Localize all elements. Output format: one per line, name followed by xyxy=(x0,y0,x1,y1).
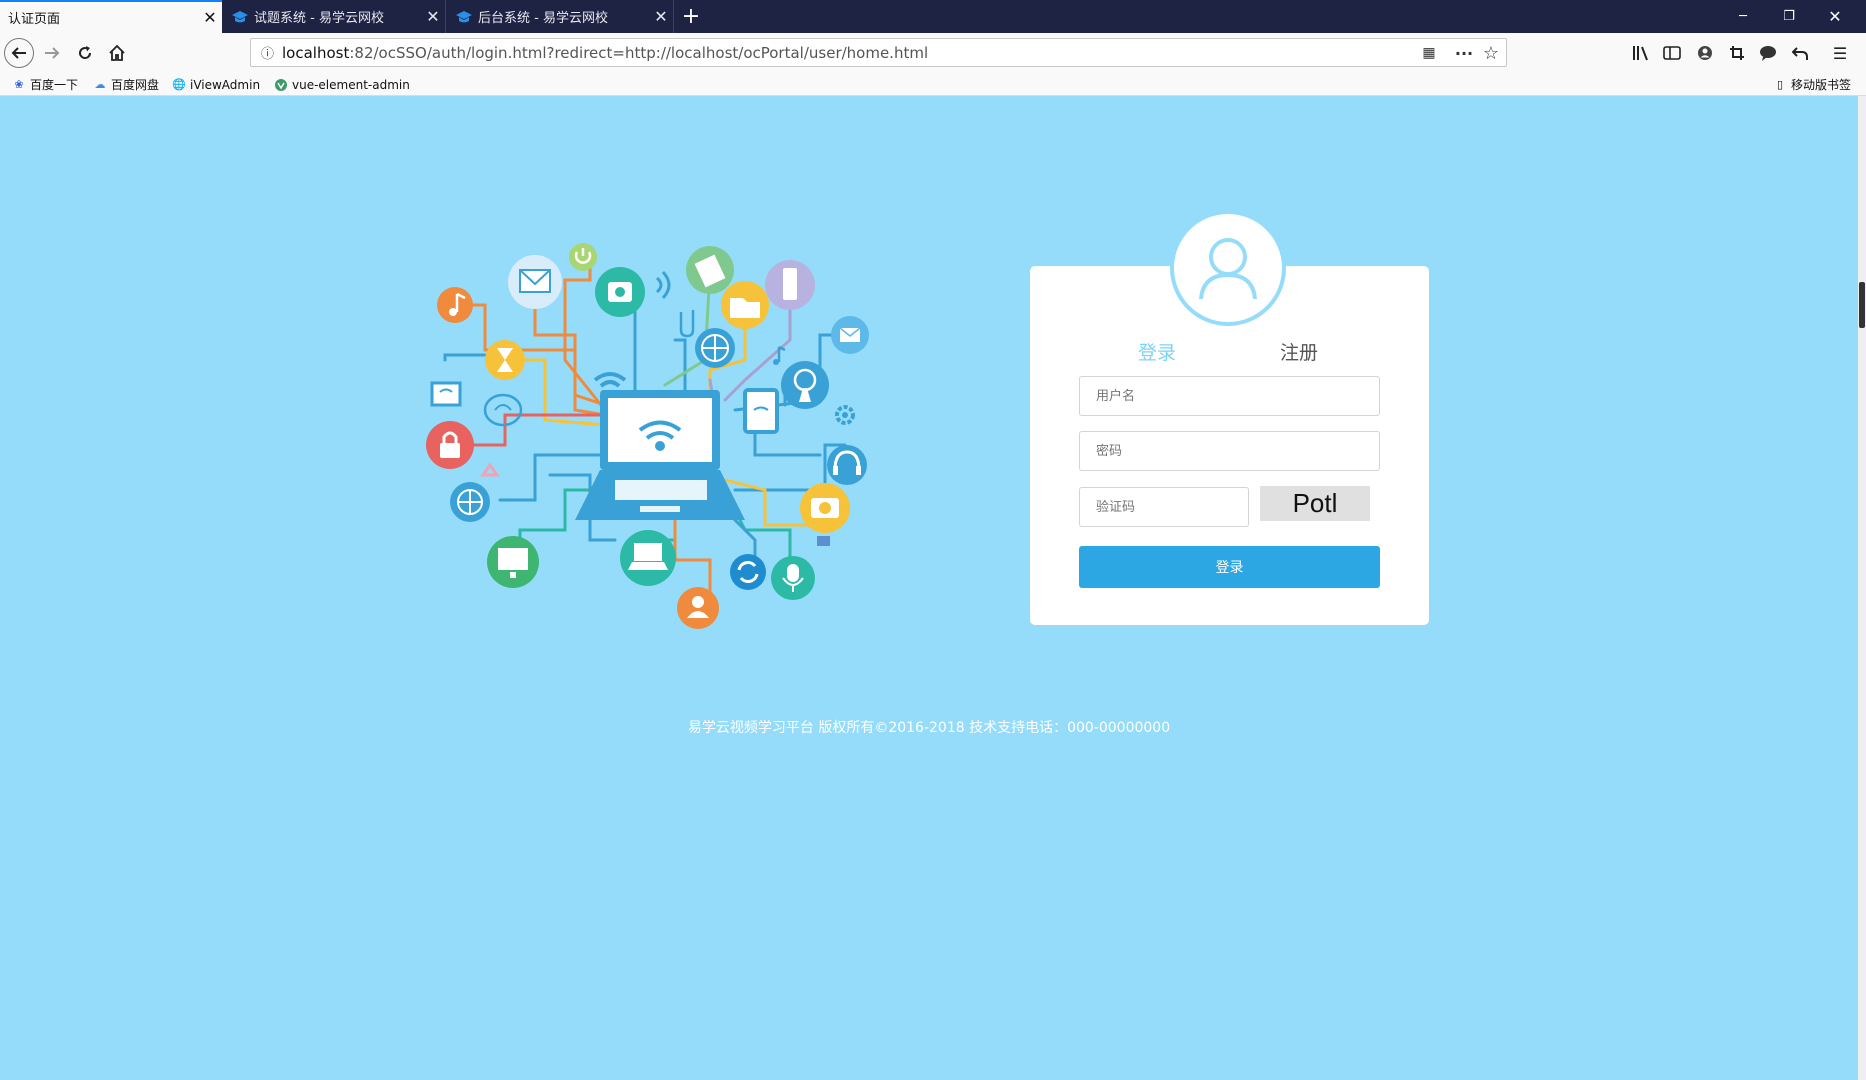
more-actions-icon[interactable]: ··· xyxy=(1454,43,1474,63)
hourglass-icon xyxy=(485,340,525,380)
home-icon xyxy=(109,44,125,61)
globe-icon: 🌐 xyxy=(172,78,186,91)
paw-icon: ❀ xyxy=(14,78,24,91)
undo-icon[interactable] xyxy=(1789,42,1811,64)
user-icon xyxy=(677,587,719,629)
sync-icon xyxy=(730,554,766,590)
captcha-input[interactable] xyxy=(1079,487,1249,527)
home-button[interactable] xyxy=(101,37,133,69)
phone-icon: ▯ xyxy=(1776,78,1784,91)
signal-icon xyxy=(655,270,671,300)
bookmark-baidu-pan[interactable]: ☁ 百度网盘 xyxy=(93,76,160,93)
wifi-desktop-icon xyxy=(487,536,539,588)
address-bar[interactable]: ⓘ localhost:82/ocSSO/auth/login.html?red… xyxy=(250,38,1507,67)
minimize-button[interactable]: ─ xyxy=(1720,0,1766,33)
tab-register[interactable]: 注册 xyxy=(1280,338,1318,365)
arrow-left-icon xyxy=(11,47,26,59)
tab-auth-page[interactable]: 认证页面 ✕ xyxy=(0,0,222,33)
laptop-small-icon xyxy=(620,530,676,586)
bookmark-vue-element-admin[interactable]: vue-element-admin xyxy=(274,76,410,93)
scrollbar[interactable] xyxy=(1858,96,1866,1080)
mobile-phone-icon xyxy=(765,260,815,310)
tab-label: 后台系统 - 易学云网校 xyxy=(478,11,608,26)
bookmark-label: 移动版书签 xyxy=(1791,78,1852,92)
bookmark-star-icon[interactable]: ☆ xyxy=(1481,43,1501,64)
tab-strip: 认证页面 ✕ 试题系统 - 易学云网校 ✕ 后台系统 - 易学云网校 ✕ + ─… xyxy=(0,0,1866,33)
power-icon xyxy=(569,243,597,271)
microphone-icon xyxy=(771,556,815,600)
url-path: :82/ocSSO/auth/login.html?redirect=http:… xyxy=(349,43,929,62)
login-button[interactable]: 登录 xyxy=(1079,546,1380,588)
new-tab-button[interactable]: + xyxy=(680,0,702,33)
tab-admin-system[interactable]: 后台系统 - 易学云网校 ✕ xyxy=(446,0,674,33)
navigation-toolbar: ⓘ localhost:82/ocSSO/auth/login.html?red… xyxy=(0,33,1866,73)
reload-button[interactable] xyxy=(69,37,101,69)
forward-button[interactable] xyxy=(36,37,68,69)
reload-icon xyxy=(79,46,92,59)
video-camera-icon xyxy=(595,267,645,317)
tab-exam-system[interactable]: 试题系统 - 易学云网校 ✕ xyxy=(222,0,446,33)
envelope-icon xyxy=(831,316,869,354)
bookmark-label: iViewAdmin xyxy=(190,77,261,92)
envelope-icon xyxy=(508,255,562,309)
globe-icon xyxy=(695,328,735,368)
sidebar-icon[interactable] xyxy=(1661,42,1683,64)
back-button[interactable] xyxy=(4,38,34,68)
close-tab-icon[interactable]: ✕ xyxy=(421,7,445,26)
footer-copyright: 易学云视频学习平台 版权所有©2016-2018 技术支持电话：000-0000… xyxy=(687,720,1171,736)
music-note-icon xyxy=(773,345,786,365)
bookmark-iviewadmin[interactable]: 🌐 iViewAdmin xyxy=(172,76,260,93)
broadcast-tower-icon xyxy=(781,361,829,409)
tab-login[interactable]: 登录 xyxy=(1138,338,1176,365)
lock-icon xyxy=(426,421,474,469)
laptop-icon xyxy=(575,390,745,520)
tab-label: 试题系统 - 易学云网校 xyxy=(254,11,384,26)
bookmark-baidu[interactable]: ❀ 百度一下 xyxy=(12,76,78,93)
chat-icon[interactable] xyxy=(1757,42,1779,64)
music-note-icon xyxy=(437,287,473,323)
close-tab-icon[interactable]: ✕ xyxy=(649,7,673,26)
paperclip-icon xyxy=(679,310,695,338)
folder-small-icon xyxy=(817,536,830,546)
graduation-cap-icon xyxy=(456,9,472,25)
screenshot-crop-icon[interactable] xyxy=(1726,42,1748,64)
username-input[interactable] xyxy=(1079,376,1380,416)
cloud-icon: ☁ xyxy=(94,78,106,91)
camera-icon xyxy=(800,483,850,533)
qr-code-icon[interactable]: ▦ xyxy=(1419,43,1439,63)
headset-chat-icon xyxy=(483,393,523,427)
url-host: localhost xyxy=(282,43,350,62)
bookmark-label: 百度网盘 xyxy=(111,78,160,92)
avatar xyxy=(1170,210,1286,326)
document-icon xyxy=(686,246,734,294)
scrollbar-thumb[interactable] xyxy=(1859,282,1865,328)
wifi-monitor-icon xyxy=(430,381,462,407)
vue-logo-icon xyxy=(274,78,288,92)
menu-icon[interactable]: ☰ xyxy=(1829,42,1851,64)
gear-icon xyxy=(835,405,855,425)
tab-label: 认证页面 xyxy=(8,12,61,27)
account-icon[interactable] xyxy=(1694,42,1716,64)
window-close-button[interactable]: ✕ xyxy=(1812,0,1858,33)
arrow-right-icon xyxy=(45,47,60,59)
captcha-image[interactable]: Potl xyxy=(1260,486,1370,521)
recycle-icon xyxy=(480,462,500,477)
library-icon[interactable] xyxy=(1630,42,1652,64)
bookmark-label: 百度一下 xyxy=(30,78,79,92)
bookmarks-bar: ❀ 百度一下 ☁ 百度网盘 🌐 iViewAdmin vue-element-a… xyxy=(0,73,1866,96)
globe-icon xyxy=(450,482,490,522)
info-icon[interactable]: ⓘ xyxy=(261,43,274,62)
headphones-icon xyxy=(827,445,867,485)
bookmark-label: vue-element-admin xyxy=(292,77,410,92)
user-avatar-icon xyxy=(1199,238,1257,300)
restore-button[interactable]: ❐ xyxy=(1766,0,1812,33)
graduation-cap-icon xyxy=(232,9,248,25)
close-tab-icon[interactable]: ✕ xyxy=(198,8,222,27)
folder-icon xyxy=(721,281,769,329)
tablet-icon xyxy=(743,388,779,434)
network-illustration xyxy=(426,243,869,629)
mobile-bookmarks[interactable]: ▯ 移动版书签 xyxy=(1773,76,1851,93)
url-text[interactable]: localhost:82/ocSSO/auth/login.html?redir… xyxy=(282,44,928,62)
password-input[interactable] xyxy=(1079,431,1380,471)
